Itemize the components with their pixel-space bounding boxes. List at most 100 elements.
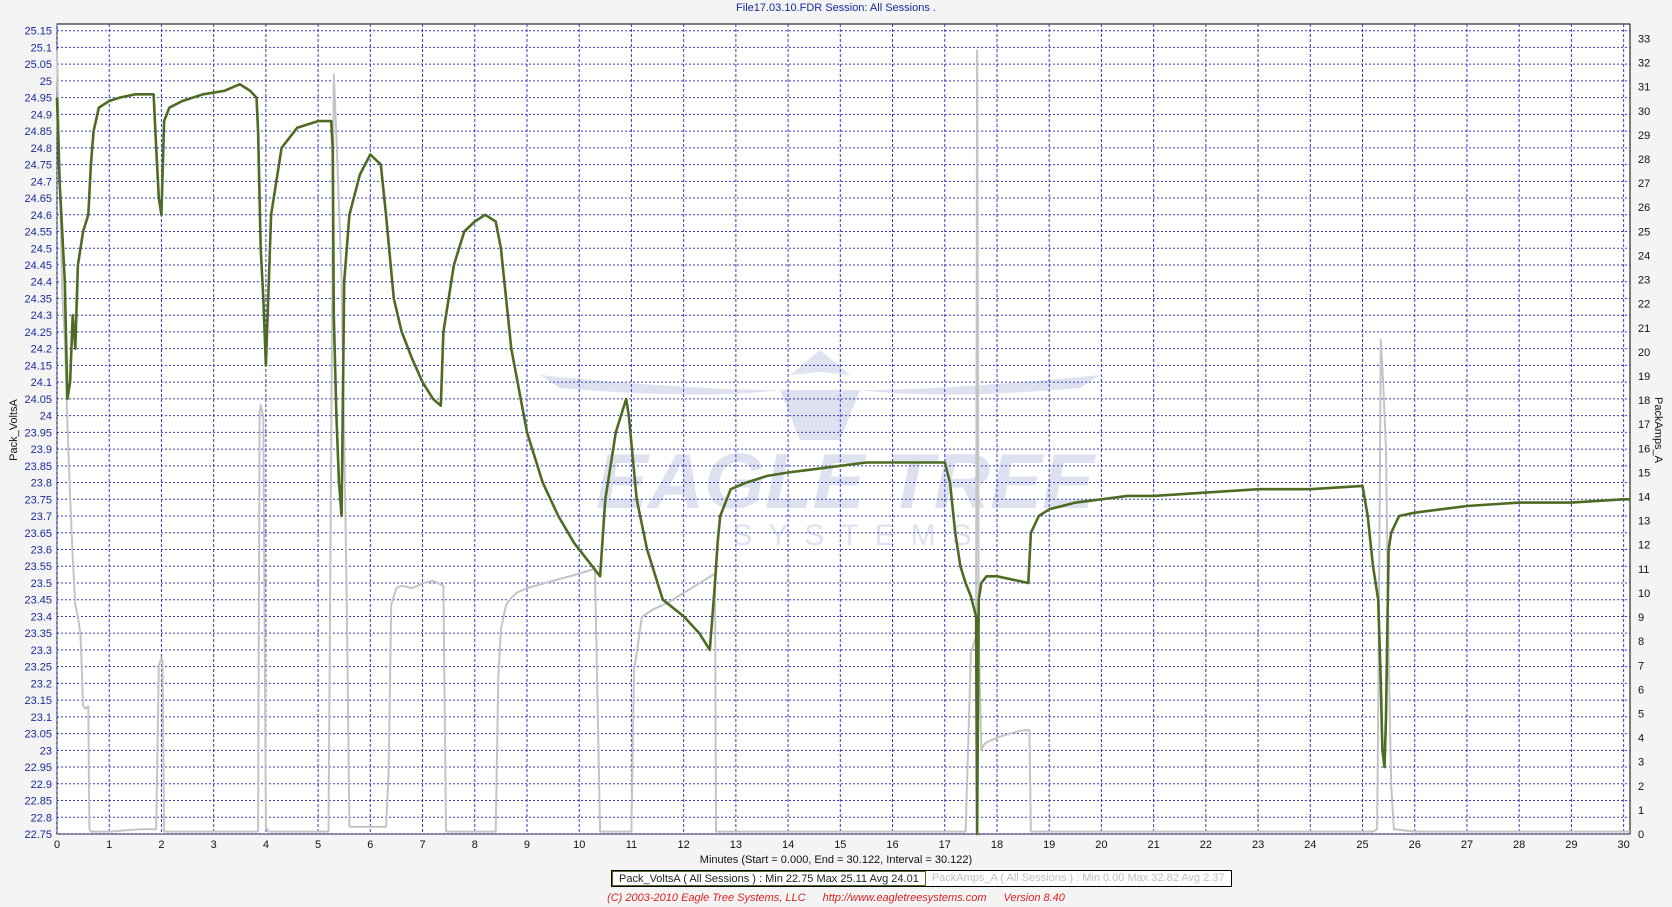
y2-tick-label: 30 [1638,106,1650,118]
y-tick-label: 23.55 [24,561,52,573]
x-tick-label: 0 [54,839,60,851]
y-tick-label: 24.95 [24,93,52,105]
legend-item-pack-volts[interactable]: Pack_VoltsA ( All Sessions ) : Min 22.75… [612,871,926,886]
y-tick-label: 24.55 [24,227,52,239]
y-tick-label: 22.8 [31,812,52,824]
y2-tick-label: 32 [1638,58,1650,70]
y-tick-label: 23.25 [24,662,52,674]
y2-tick-label: 25 [1638,226,1650,238]
x-axis-title: Minutes (Start = 0.000, End = 30.122, In… [699,854,973,866]
y-tick-label: 25 [40,76,52,88]
y-tick-label: 23.7 [31,511,52,523]
copyright-text: (C) 2003-2010 Eagle Tree Systems, LLC [607,892,806,904]
y2-tick-label: 33 [1638,33,1650,45]
y-tick-label: 24.05 [24,394,52,406]
y2-tick-label: 0 [1638,829,1644,841]
y2-tick-label: 6 [1638,684,1644,696]
left-tick-labels: 22.75 22.8 22.85 22.9 22.95 23 23.05 23.1 23.15 2… [24,26,52,841]
x-tick-label: 4 [263,839,269,851]
y-tick-label: 24.8 [31,143,52,155]
x-tick-label: 27 [1461,839,1473,851]
x-tick-label: 23 [1252,839,1264,851]
legend: Pack_VoltsA ( All Sessions ) : Min 22.75… [611,870,1232,887]
y-tick-label: 23.2 [31,678,52,690]
x-tick-label: 18 [991,839,1003,851]
x-tick-label: 30 [1618,839,1630,851]
y2-tick-label: 28 [1638,154,1650,166]
y-tick-label: 23.65 [24,528,52,540]
y-tick-label: 25.1 [31,42,52,54]
y2-tick-label: 10 [1638,588,1650,600]
y-tick-label: 24.1 [31,377,52,389]
x-tick-label: 20 [1095,839,1107,851]
y-tick-label: 24.85 [24,126,52,138]
y2-tick-label: 13 [1638,516,1650,528]
x-tick-label: 29 [1565,839,1577,851]
y2-tick-label: 3 [1638,757,1644,769]
y-tick-label: 23.3 [31,645,52,657]
y2-tick-label: 17 [1638,419,1650,431]
x-tick-label: 10 [573,839,585,851]
y-tick-label: 24.75 [24,160,52,172]
y-tick-label: 23.6 [31,544,52,556]
y2-tick-label: 20 [1638,347,1650,359]
y2-axis-label: PackAmps_A [1652,397,1664,464]
footer: (C) 2003-2010 Eagle Tree Systems, LLC ht… [0,892,1672,904]
y2-tick-label: 22 [1638,299,1650,311]
y-tick-label: 24.25 [24,327,52,339]
x-tick-labels: 0 1 2 3 4 5 6 7 8 9 10 11 12 13 14 15 16 17 18 19 20 21 22 23 24… [54,839,1630,851]
y-tick-label: 22.95 [24,762,52,774]
x-tick-label: 9 [524,839,530,851]
y2-tick-label: 31 [1638,82,1650,94]
y-tick-label: 23.35 [24,628,52,640]
right-tick-labels: 0123456789101112131415161718192021222324… [1638,33,1650,841]
x-tick-label: 11 [626,839,637,851]
y2-tick-label: 26 [1638,202,1650,214]
y-tick-label: 23.95 [24,427,52,439]
y2-tick-label: 29 [1638,130,1650,142]
x-tick-label: 25 [1356,839,1368,851]
y-tick-label: 23.1 [31,712,52,724]
y2-tick-label: 5 [1638,708,1644,720]
x-tick-label: 16 [886,839,898,851]
x-tick-label: 24 [1304,839,1316,851]
x-tick-label: 12 [678,839,690,851]
y-tick-label: 25.15 [24,26,52,38]
legend-item-pack-amps[interactable]: PackAmps_A ( All Sessions ) : Min 0.00 M… [926,871,1231,886]
x-tick-label: 26 [1409,839,1421,851]
x-tick-label: 22 [1200,839,1212,851]
y-tick-label: 24.6 [31,210,52,222]
x-tick-label: 1 [106,839,112,851]
y-tick-label: 24.45 [24,260,52,272]
x-tick-label: 6 [367,839,373,851]
y2-tick-label: 21 [1638,323,1650,335]
y2-tick-label: 4 [1638,733,1644,745]
watermark-line2: SYSTEMS [732,519,987,552]
y-tick-label: 23.85 [24,461,52,473]
y-tick-label: 23.45 [24,595,52,607]
x-tick-label: 2 [158,839,164,851]
y2-tick-label: 19 [1638,371,1650,383]
y-tick-label: 23.8 [31,478,52,490]
y2-tick-label: 8 [1638,636,1644,648]
y-tick-label: 22.9 [31,779,52,791]
y2-tick-label: 18 [1638,395,1650,407]
version-text: Version 8.40 [1003,892,1065,904]
y-tick-label: 25.05 [24,59,52,71]
y-tick-label: 24.4 [31,277,52,289]
x-tick-label: 13 [730,839,742,851]
y-tick-label: 24.2 [31,344,52,356]
x-tick-label: 19 [1043,839,1055,851]
website-link[interactable]: http://www.eagletreesystems.com [823,892,987,904]
chart-canvas: EAGLE TREE SYSTEMS 22.7522.822.8522.922.… [8,23,1664,851]
y2-tick-label: 14 [1638,492,1650,504]
y-tick-label: 24.15 [24,360,52,372]
y-tick-label: 24.7 [31,176,52,188]
y2-tick-label: 1 [1638,805,1644,817]
y2-tick-label: 24 [1638,250,1650,262]
y-tick-label: 23.15 [24,695,52,707]
y-tick-label: 23.4 [31,611,52,623]
x-tick-label: 15 [834,839,846,851]
y2-tick-label: 27 [1638,178,1650,190]
x-tick-label: 21 [1148,839,1160,851]
